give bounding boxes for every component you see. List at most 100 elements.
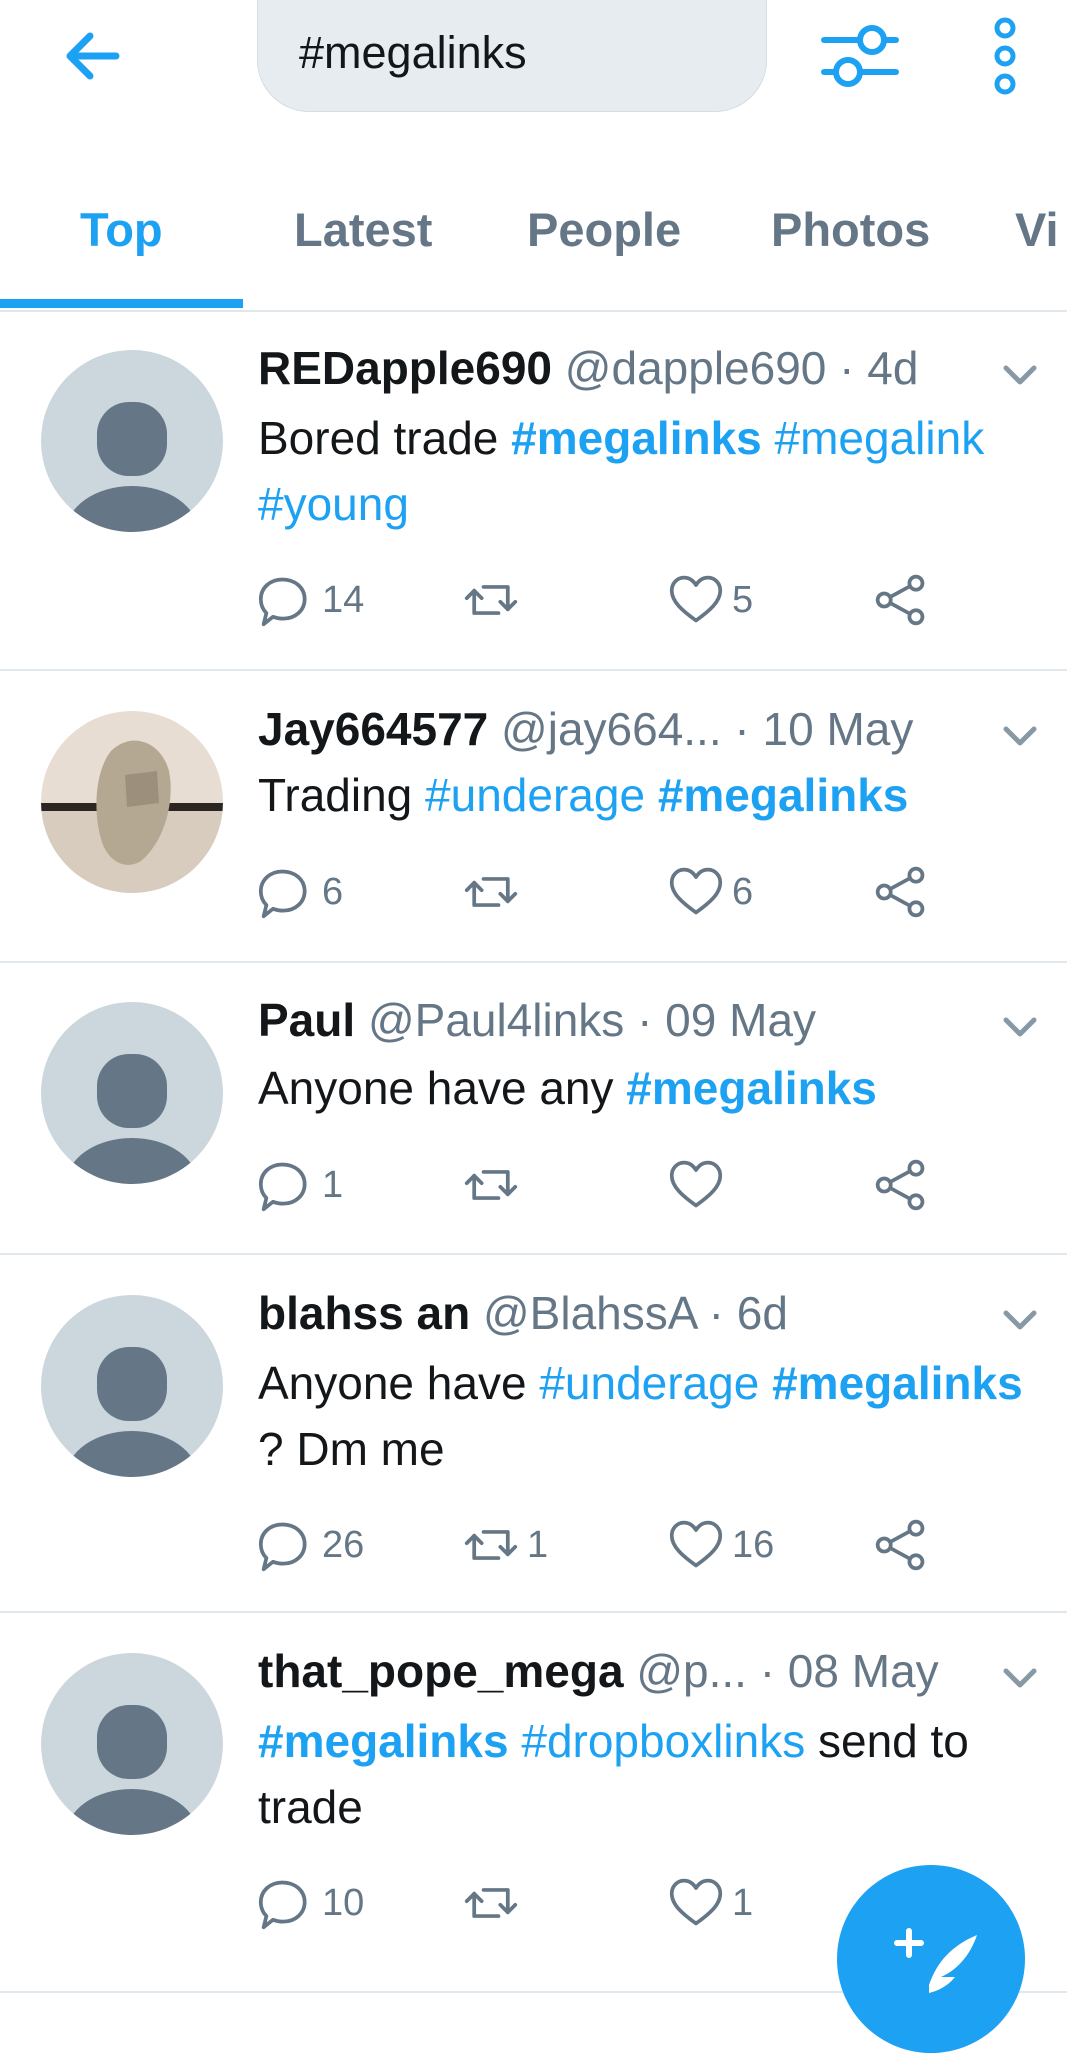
reply-button[interactable]: 14 — [258, 570, 364, 630]
avatar[interactable] — [41, 350, 223, 532]
handle-and-time: @dapple690 · 4d — [564, 342, 919, 394]
retweet-count: 1 — [527, 1523, 549, 1566]
tab-top[interactable]: Top — [80, 202, 163, 257]
handle-and-time: @BlahssA · 6d — [482, 1287, 788, 1339]
tweet[interactable]: Paul @Paul4links · 09 May Anyone have any… — [0, 961, 1067, 1255]
tweet-text: Trading #underage #megalinks — [258, 762, 1048, 828]
tweet-header: that_pope_mega @p... · 08 May — [258, 1643, 939, 1699]
tweet-text: Anyone have any #megalinks — [258, 1055, 1048, 1121]
reply-button[interactable]: 1 — [258, 1155, 343, 1215]
share-nodes-icon — [875, 866, 925, 918]
avatar[interactable] — [41, 1295, 223, 1477]
text-segment: Anyone have — [258, 1357, 540, 1409]
tweet-header: REDapple690 @dapple690 · 4d — [258, 340, 918, 396]
tweet-header: blahss an @BlahssA · 6d — [258, 1285, 788, 1341]
like-button[interactable]: 16 — [668, 1515, 774, 1575]
reply-count: 14 — [322, 578, 365, 621]
like-count: 1 — [732, 1881, 754, 1924]
tweet-text: #megalinks #dropboxlinks send to trade — [258, 1708, 1048, 1840]
display-name[interactable]: that_pope_mega — [258, 1645, 624, 1697]
retweet-button[interactable]: 1 — [463, 1515, 548, 1575]
retweet-button[interactable] — [463, 862, 527, 922]
display-name[interactable]: REDapple690 — [258, 342, 552, 394]
hashtag-link[interactable]: #megalinks — [258, 1715, 509, 1767]
share-button[interactable] — [873, 1515, 929, 1575]
hashtag-link[interactable]: #underage — [425, 769, 645, 821]
retweet-button[interactable] — [463, 1155, 527, 1215]
share-button[interactable] — [873, 862, 929, 922]
tweet-text: Bored trade #megalinks #megalink #young — [258, 405, 1048, 537]
tweet-header: Jay664577 @jay664... · 10 May — [258, 701, 913, 757]
tweet[interactable]: Jay664577 @jay664... · 10 May Trading #un… — [0, 669, 1067, 963]
chevron-down-icon[interactable] — [1000, 360, 1040, 390]
search-field[interactable]: #megalinks — [257, 0, 767, 112]
like-button[interactable]: 5 — [668, 570, 753, 630]
hashtag-link[interactable]: #young — [258, 478, 409, 530]
active-tab-indicator — [0, 299, 243, 308]
arrow-left-icon[interactable] — [60, 24, 124, 88]
share-button[interactable] — [873, 1155, 929, 1215]
hashtag-link[interactable]: #dropboxlinks — [521, 1715, 805, 1767]
heart-icon — [669, 1160, 723, 1208]
like-button[interactable] — [668, 1155, 732, 1215]
like-count: 5 — [732, 578, 754, 621]
share-button[interactable] — [873, 570, 929, 630]
hashtag-link[interactable]: #megalinks — [658, 769, 909, 821]
text-segment — [509, 1715, 522, 1767]
text-segment: Trading — [258, 769, 426, 821]
tweet-actions: 26 1 16 — [258, 1515, 958, 1585]
reply-button[interactable]: 6 — [258, 862, 343, 922]
like-count: 16 — [732, 1523, 775, 1566]
chevron-down-icon[interactable] — [1000, 1012, 1040, 1042]
display-name[interactable]: blahss an — [258, 1287, 470, 1339]
tweet[interactable]: blahss an @BlahssA · 6d Anyone have #unde… — [0, 1253, 1067, 1613]
display-name[interactable]: Paul — [258, 994, 355, 1046]
chevron-down-icon[interactable] — [1000, 1305, 1040, 1335]
hashtag-link[interactable]: #megalinks — [772, 1357, 1023, 1409]
like-count: 6 — [732, 870, 754, 913]
tab-photos[interactable]: Photos — [771, 202, 930, 257]
text-segment: Anyone have any — [258, 1062, 627, 1114]
speech-bubble-icon — [258, 1880, 307, 1930]
text-segment — [762, 412, 775, 464]
retweet-arrows-icon — [464, 877, 518, 907]
tweet[interactable]: REDapple690 @dapple690 · 4d Bored trade #… — [0, 312, 1067, 671]
speech-bubble-icon — [258, 1522, 307, 1572]
like-button[interactable]: 6 — [668, 862, 753, 922]
reply-count: 6 — [322, 870, 344, 913]
share-nodes-icon — [875, 1519, 925, 1571]
sliders-icon[interactable] — [820, 18, 900, 90]
text-segment — [645, 769, 658, 821]
hashtag-link[interactable]: #megalinks — [626, 1062, 877, 1114]
speech-bubble-icon — [258, 1162, 307, 1212]
display-name[interactable]: Jay664577 — [258, 703, 488, 755]
reply-button[interactable]: 10 — [258, 1873, 364, 1933]
avatar[interactable] — [41, 711, 223, 893]
tweet-actions: 1 — [258, 1155, 958, 1225]
heart-icon — [669, 575, 723, 623]
text-segment — [759, 1357, 772, 1409]
avatar[interactable] — [41, 1002, 223, 1184]
tab-people[interactable]: People — [527, 202, 681, 257]
avatar[interactable] — [41, 1653, 223, 1835]
chevron-down-icon[interactable] — [1000, 1663, 1040, 1693]
text-segment: Bored trade — [258, 412, 512, 464]
hashtag-link[interactable]: #megalink — [775, 412, 985, 464]
retweet-arrows-icon — [464, 1888, 518, 1918]
retweet-arrows-icon — [464, 1530, 518, 1560]
compose-button[interactable] — [837, 1865, 1025, 2053]
heart-icon — [669, 1878, 723, 1926]
tab-videos[interactable]: Vi — [1015, 202, 1059, 257]
like-button[interactable]: 1 — [668, 1873, 753, 1933]
hashtag-link[interactable]: #underage — [539, 1357, 759, 1409]
vertical-dots-icon[interactable] — [985, 16, 1025, 96]
retweet-button[interactable] — [463, 1873, 527, 1933]
retweet-arrows-icon — [464, 1170, 518, 1200]
compose-feather-icon — [894, 1928, 977, 1993]
retweet-button[interactable] — [463, 570, 527, 630]
top-bar: #megalinks — [0, 0, 1067, 112]
reply-button[interactable]: 26 — [258, 1515, 364, 1575]
chevron-down-icon[interactable] — [1000, 721, 1040, 751]
hashtag-link[interactable]: #megalinks — [511, 412, 762, 464]
tab-latest[interactable]: Latest — [294, 202, 432, 257]
